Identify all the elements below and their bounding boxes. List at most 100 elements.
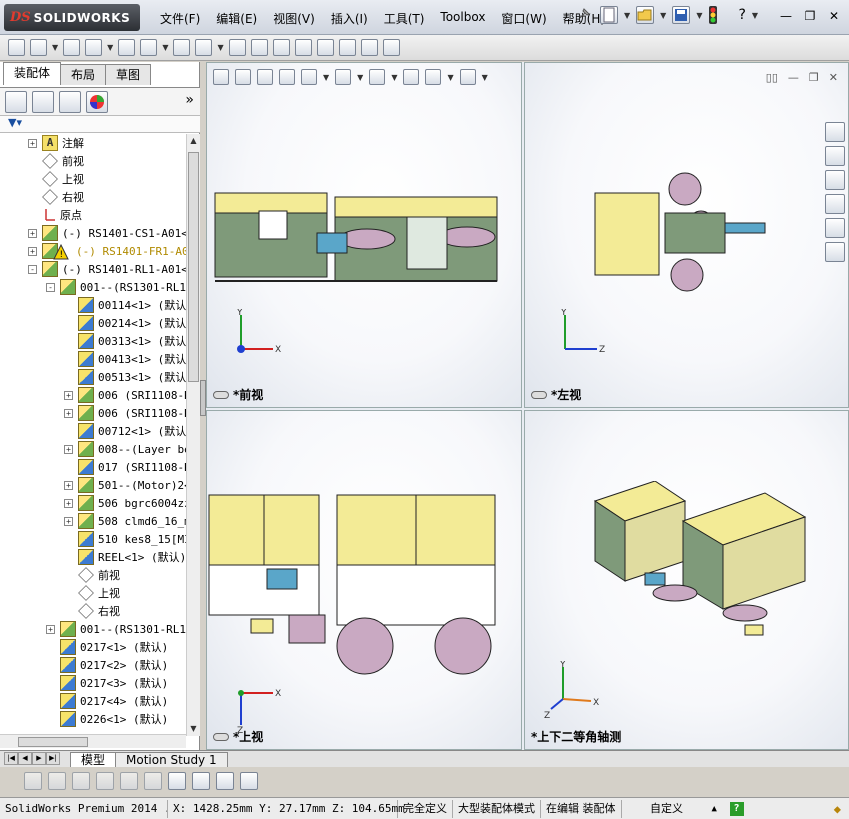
chevron-down-icon[interactable]: ▼ bbox=[482, 73, 488, 82]
status-units[interactable]: 自定义 bbox=[622, 800, 712, 818]
chevron-down-icon[interactable]: ▼ bbox=[660, 11, 666, 20]
help-icon[interactable]: ? bbox=[729, 801, 744, 816]
edit-appearance-icon[interactable] bbox=[403, 69, 420, 85]
menu-file[interactable]: 文件(F) bbox=[152, 10, 208, 27]
previous-view-icon[interactable] bbox=[257, 69, 273, 85]
explode-line-icon[interactable] bbox=[338, 39, 356, 56]
feature-manager-icon[interactable] bbox=[5, 90, 27, 113]
tree-item[interactable]: 0226<1> (默认) bbox=[46, 710, 168, 728]
zoom-to-area-icon[interactable] bbox=[235, 69, 251, 85]
file-explorer-icon[interactable] bbox=[825, 170, 845, 190]
menu-toolbox[interactable]: Toolbox bbox=[432, 10, 493, 27]
filter-icon[interactable]: ▼▾ bbox=[8, 116, 22, 129]
viewport-iso[interactable]: Y X Z *上下二等角轴测 bbox=[524, 410, 849, 750]
collapse-icon[interactable]: - bbox=[28, 264, 37, 274]
tree-item[interactable]: +006 (SRI1108-R bbox=[64, 386, 186, 404]
link-views-icon[interactable] bbox=[240, 772, 258, 790]
large-assembly-icon[interactable] bbox=[382, 39, 400, 56]
tab-motion-study[interactable]: Motion Study 1 bbox=[115, 752, 228, 767]
chevron-down-icon[interactable]: ▼ bbox=[696, 11, 702, 20]
four-view-icon[interactable] bbox=[216, 772, 234, 790]
display-manager-icon[interactable] bbox=[86, 90, 108, 113]
apply-scene-icon[interactable] bbox=[425, 69, 442, 85]
close-icon[interactable]: ✕ bbox=[825, 8, 843, 24]
show-hidden-icon[interactable] bbox=[195, 39, 213, 56]
link-views-icon[interactable] bbox=[213, 390, 229, 399]
exploded-view-icon[interactable] bbox=[316, 39, 334, 56]
next-tab-icon[interactable]: ▶ bbox=[32, 752, 46, 765]
chevron-down-icon[interactable]: ▼ bbox=[162, 43, 168, 52]
view-settings-icon[interactable] bbox=[459, 69, 476, 85]
tree-horizontal-scrollbar[interactable] bbox=[0, 734, 186, 748]
solidworks-logo[interactable]: DS SOLIDWORKS bbox=[4, 4, 140, 31]
help-button[interactable]: ? bbox=[738, 7, 745, 23]
tag-icon[interactable]: ◆ bbox=[834, 802, 841, 816]
tree-item[interactable]: 00712<1> (默认 bbox=[64, 422, 186, 440]
chevron-down-icon[interactable]: ▼ bbox=[52, 43, 58, 52]
tree-item[interactable]: 前视 bbox=[64, 566, 120, 584]
tree-item[interactable]: +508 clmd6_16_m bbox=[64, 512, 186, 530]
tree-item[interactable]: 00513<1> (默认 bbox=[64, 368, 186, 386]
filter-row[interactable]: ▼▾ bbox=[0, 115, 200, 133]
configuration-manager-icon[interactable] bbox=[59, 90, 81, 113]
tree-item[interactable]: 原点 bbox=[28, 206, 82, 224]
tree-item[interactable]: - 001--(RS1301-RL1- bbox=[46, 278, 186, 296]
section-view-icon[interactable] bbox=[279, 69, 295, 85]
expand-icon[interactable]: + bbox=[28, 228, 37, 238]
appearances-icon[interactable] bbox=[825, 218, 845, 238]
chevron-down-icon[interactable]: ▼ bbox=[357, 73, 363, 82]
chevron-down-icon[interactable]: ▼ bbox=[217, 43, 223, 52]
chart-icon[interactable] bbox=[168, 772, 186, 790]
tree-item[interactable]: +506 bgrc6004zz bbox=[64, 494, 186, 512]
tree-item[interactable]: REEL<1> (默认) bbox=[64, 548, 186, 566]
scroll-thumb[interactable] bbox=[18, 737, 88, 747]
chevron-down-icon[interactable]: ▼ bbox=[624, 11, 630, 20]
tree-item[interactable]: +501--(Motor)2< bbox=[64, 476, 186, 494]
chevron-down-icon[interactable]: ▼ bbox=[752, 11, 758, 20]
expand-icon[interactable]: + bbox=[64, 444, 73, 454]
expand-icon[interactable]: + bbox=[28, 138, 37, 148]
chevron-up-icon[interactable]: ▲ bbox=[712, 804, 730, 814]
minimize-icon[interactable]: — bbox=[788, 71, 799, 84]
restore-icon[interactable]: ❐ bbox=[801, 8, 819, 24]
scroll-up-icon[interactable]: ▲ bbox=[187, 134, 200, 148]
dimension-icon[interactable] bbox=[144, 772, 162, 790]
first-tab-icon[interactable]: |◀ bbox=[4, 752, 18, 765]
tree-item[interactable]: 510 kes8_15[MI bbox=[64, 530, 186, 548]
menu-view[interactable]: 视图(V) bbox=[265, 10, 323, 27]
3d-view-icon[interactable] bbox=[24, 772, 42, 790]
view-palette-icon[interactable] bbox=[825, 194, 845, 214]
menu-edit[interactable]: 编辑(E) bbox=[208, 10, 265, 27]
new-motion-study-icon[interactable] bbox=[272, 39, 290, 56]
chevron-down-icon[interactable]: ▼ bbox=[391, 73, 397, 82]
expand-icon[interactable]: + bbox=[46, 624, 55, 634]
restore-icon[interactable]: ❐ bbox=[809, 71, 819, 84]
chevron-down-icon[interactable]: ▼ bbox=[107, 43, 113, 52]
tree-item[interactable]: +001--(RS1301-RL1- bbox=[46, 620, 186, 638]
smart-fasteners-icon[interactable] bbox=[140, 39, 158, 56]
split-horizontal-icon[interactable]: ▯▯ bbox=[766, 71, 778, 84]
tree-item[interactable]: 右视 bbox=[64, 602, 120, 620]
tree-item[interactable]: 上视 bbox=[64, 584, 120, 602]
design-library-icon[interactable] bbox=[825, 146, 845, 166]
wireframe-icon[interactable] bbox=[72, 772, 90, 790]
chevron-right-icon[interactable]: » bbox=[185, 92, 194, 108]
rebuild-icon[interactable] bbox=[8, 39, 25, 56]
component-pattern-icon[interactable] bbox=[118, 39, 136, 56]
home-icon[interactable] bbox=[825, 122, 845, 142]
expand-icon[interactable]: + bbox=[64, 498, 73, 508]
chevron-down-icon[interactable]: ▼ bbox=[323, 73, 329, 82]
menu-tools[interactable]: 工具(T) bbox=[376, 10, 433, 27]
tab-assembly[interactable]: 装配体 bbox=[3, 62, 62, 85]
menu-window[interactable]: 窗口(W) bbox=[493, 10, 554, 27]
collapse-icon[interactable]: - bbox=[46, 282, 55, 292]
expand-icon[interactable]: + bbox=[28, 246, 37, 256]
tree-item[interactable]: 0217<3> (默认) bbox=[46, 674, 168, 692]
display-style-icon[interactable] bbox=[369, 69, 386, 85]
tree-item[interactable]: 00114<1> (默认 bbox=[64, 296, 186, 314]
tab-model[interactable]: 模型 bbox=[70, 752, 117, 767]
tree-item[interactable]: +! (-) RS1401-FR1-A01 bbox=[28, 242, 186, 260]
custom-properties-icon[interactable] bbox=[825, 242, 845, 262]
expand-icon[interactable]: + bbox=[64, 516, 73, 526]
viewport-left[interactable]: ▯▯ — ❐ ✕ Y Z *左视 bbox=[524, 62, 849, 408]
